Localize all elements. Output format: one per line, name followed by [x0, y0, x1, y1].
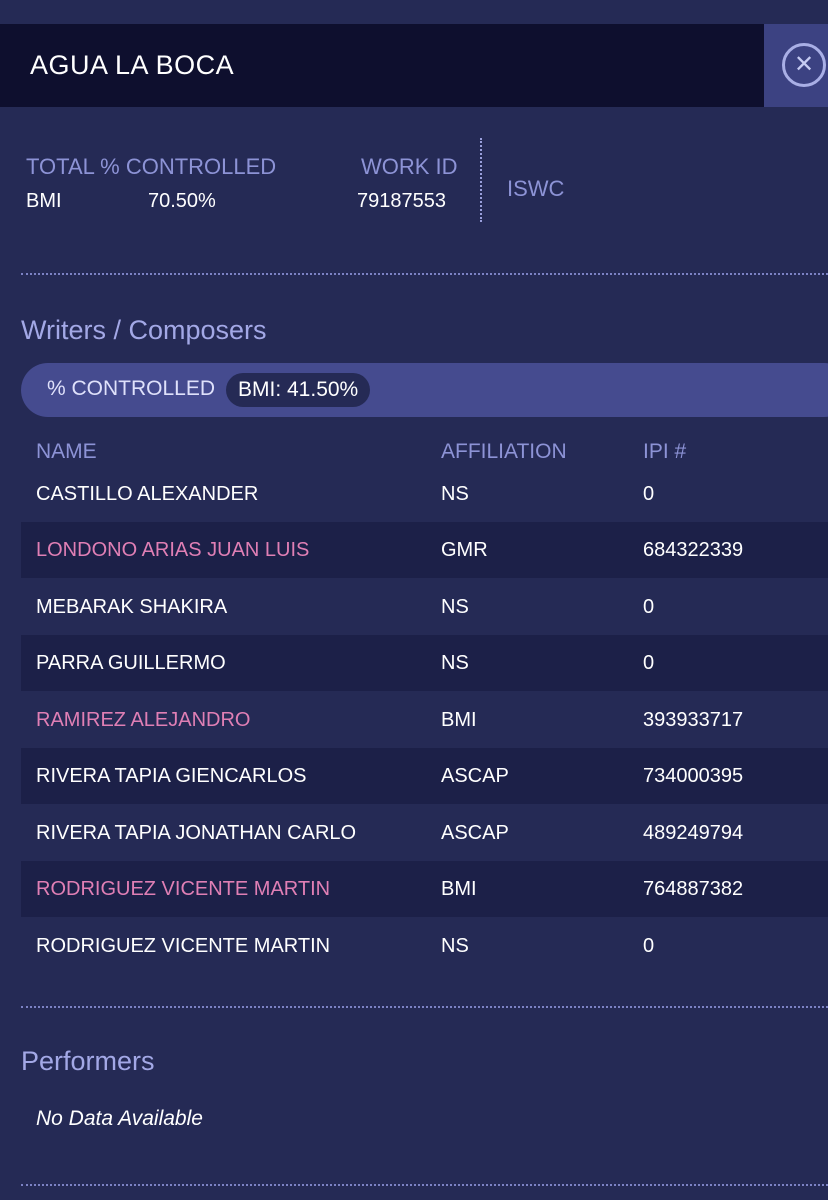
- writer-affiliation: GMR: [441, 539, 488, 561]
- section-divider: [21, 1184, 828, 1186]
- writer-ipi: 0: [643, 652, 655, 674]
- title-bar: AGUA LA BOCA: [0, 24, 764, 107]
- writer-ipi: 0: [643, 596, 655, 618]
- writer-ipi: 684322339: [643, 539, 744, 561]
- performers-empty-text: No Data Available: [36, 1107, 203, 1130]
- controlled-summary-pill: % CONTROLLED BMI: 41.50%: [21, 363, 828, 417]
- writer-name: PARRA GUILLERMO: [36, 652, 226, 674]
- total-controlled-label: TOTAL % CONTROLLED: [26, 154, 277, 179]
- work-id-value: 79187553: [357, 190, 446, 212]
- writers-section-title: Writers / Composers: [21, 315, 267, 345]
- writer-name[interactable]: RODRIGUEZ VICENTE MARTIN: [36, 861, 330, 917]
- work-id-label: WORK ID: [361, 154, 458, 179]
- performers-section-title: Performers: [21, 1046, 155, 1076]
- controlled-label: % CONTROLLED: [47, 377, 216, 400]
- table-row: RIVERA TAPIA JONATHAN CARLO ASCAP 489249…: [21, 805, 828, 861]
- work-title: AGUA LA BOCA: [30, 50, 235, 80]
- column-header-affiliation: AFFILIATION: [441, 440, 567, 463]
- controlled-badge: BMI: 41.50%: [226, 373, 371, 407]
- table-row: RAMIREZ ALEJANDRO BMI 393933717: [21, 692, 828, 748]
- writer-name: RIVERA TAPIA GIENCARLOS: [36, 765, 307, 787]
- writer-name: MEBARAK SHAKIRA: [36, 596, 228, 618]
- writer-name[interactable]: LONDONO ARIAS JUAN LUIS: [36, 522, 309, 578]
- writer-name: RODRIGUEZ VICENTE MARTIN: [36, 935, 331, 957]
- writer-affiliation: NS: [441, 935, 469, 957]
- writer-ipi: 0: [643, 935, 655, 957]
- writer-affiliation: NS: [441, 596, 469, 618]
- writer-ipi: 489249794: [643, 822, 744, 844]
- writer-ipi: 393933717: [643, 709, 744, 731]
- writer-ipi: 0: [643, 483, 655, 505]
- writer-name[interactable]: RAMIREZ ALEJANDRO: [36, 692, 250, 748]
- writer-ipi: 764887382: [643, 878, 744, 900]
- close-icon[interactable]: ✕: [782, 43, 826, 87]
- table-row: RODRIGUEZ VICENTE MARTIN BMI 764887382: [21, 861, 828, 917]
- close-button[interactable]: ✕: [764, 24, 828, 107]
- table-row: MEBARAK SHAKIRA NS 0: [21, 579, 828, 635]
- iswc-label: ISWC: [507, 176, 565, 201]
- writer-name: RIVERA TAPIA JONATHAN CARLO: [36, 822, 357, 844]
- top-strip: [0, 0, 828, 24]
- table-row: CASTILLO ALEXANDER NS 0: [21, 466, 828, 522]
- controlled-percent-value: 70.50%: [148, 190, 216, 212]
- section-divider: [21, 273, 828, 275]
- summary-divider: [480, 138, 482, 222]
- section-divider: [21, 1006, 828, 1008]
- writer-affiliation: BMI: [441, 878, 477, 900]
- society-value: BMI: [26, 190, 62, 212]
- writer-name: CASTILLO ALEXANDER: [36, 483, 259, 505]
- writer-affiliation: NS: [441, 652, 469, 674]
- table-row: LONDONO ARIAS JUAN LUIS GMR 684322339: [21, 522, 828, 578]
- writer-affiliation: ASCAP: [441, 765, 509, 787]
- column-header-ipi: IPI #: [643, 440, 687, 463]
- writer-ipi: 734000395: [643, 765, 744, 787]
- column-header-name: NAME: [36, 440, 97, 463]
- writer-affiliation: NS: [441, 483, 469, 505]
- table-row: PARRA GUILLERMO NS 0: [21, 635, 828, 691]
- table-row: RODRIGUEZ VICENTE MARTIN NS 0: [21, 918, 828, 974]
- writer-affiliation: ASCAP: [441, 822, 509, 844]
- table-row: RIVERA TAPIA GIENCARLOS ASCAP 734000395: [21, 748, 828, 804]
- writer-affiliation: BMI: [441, 709, 477, 731]
